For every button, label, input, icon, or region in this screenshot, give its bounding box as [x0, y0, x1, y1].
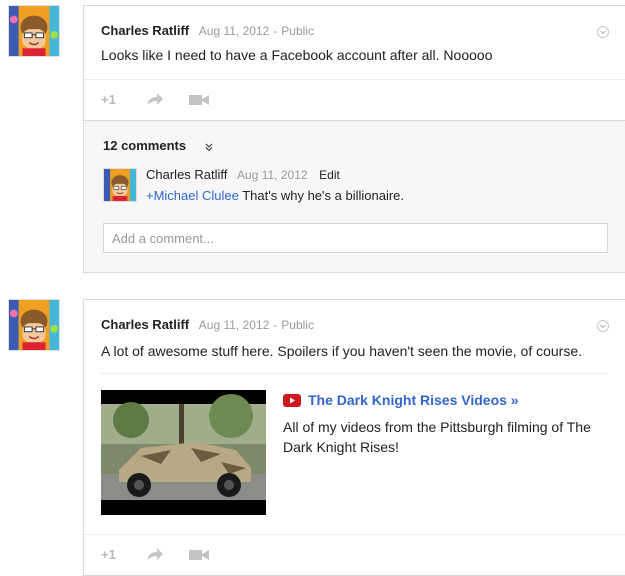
post-menu-chevron-icon[interactable]	[597, 26, 609, 38]
visibility-label[interactable]: Public	[281, 318, 314, 332]
author-name[interactable]: Charles Ratliff	[101, 317, 189, 332]
post-date[interactable]: Aug 11, 2012	[199, 24, 270, 38]
author-name[interactable]: Charles Ratliff	[101, 23, 189, 38]
meta-separator: -	[273, 24, 278, 38]
comment-author[interactable]: Charles Ratliff	[146, 167, 227, 182]
comments-count[interactable]: 12 comments	[103, 138, 186, 153]
post-text: A lot of awesome stuff here. Spoilers if…	[101, 343, 583, 359]
video-camera-icon[interactable]	[189, 94, 209, 106]
comment-avatar[interactable]	[103, 168, 137, 202]
post-card: Charles Ratliff Aug 11, 2012- Public Look…	[83, 5, 625, 121]
author-avatar[interactable]	[8, 5, 60, 57]
share-icon[interactable]	[146, 547, 164, 561]
comment-date: Aug 11, 2012	[237, 168, 308, 182]
author-avatar[interactable]	[8, 299, 60, 351]
post-text: Looks like I need to have a Facebook acc…	[101, 47, 493, 63]
expand-comments-icon[interactable]	[204, 139, 214, 157]
meta-separator: -	[273, 318, 278, 332]
share-icon[interactable]	[146, 92, 164, 106]
video-description: All of my videos from the Pittsburgh fil…	[283, 419, 591, 455]
post-action-bar: +1	[84, 534, 625, 575]
plus-one-button[interactable]: +1	[101, 92, 116, 107]
video-thumbnail[interactable]	[101, 390, 266, 515]
post-date[interactable]: Aug 11, 2012	[199, 318, 270, 332]
post-card: Charles Ratliff Aug 11, 2012- Public A lo…	[83, 299, 625, 576]
post-header: Charles Ratliff Aug 11, 2012- Public	[101, 317, 314, 332]
comment-text: That's why he's a billionaire.	[238, 188, 404, 203]
video-title-link[interactable]: The Dark Knight Rises Videos »	[283, 392, 519, 408]
plus-one-button[interactable]: +1	[101, 547, 116, 562]
video-camera-icon[interactable]	[189, 549, 209, 561]
comments-panel: 12 comments Charles Ratliff Aug 11, 2012…	[83, 122, 625, 273]
edit-comment-link[interactable]: Edit	[319, 168, 340, 182]
attachment-divider	[101, 373, 608, 374]
youtube-icon	[283, 393, 301, 407]
mention-link[interactable]: +Michael Clulee	[146, 188, 239, 203]
video-title-text[interactable]: The Dark Knight Rises Videos »	[308, 392, 519, 408]
comment-header: Charles Ratliff Aug 11, 2012 Edit	[146, 167, 340, 182]
comment-body: +Michael Clulee That's why he's a billio…	[146, 188, 404, 203]
post-action-bar: +1	[84, 79, 625, 120]
post-header: Charles Ratliff Aug 11, 2012- Public	[101, 23, 314, 38]
add-comment-input[interactable]	[103, 223, 608, 253]
post-menu-chevron-icon[interactable]	[597, 320, 609, 332]
visibility-label[interactable]: Public	[281, 24, 314, 38]
